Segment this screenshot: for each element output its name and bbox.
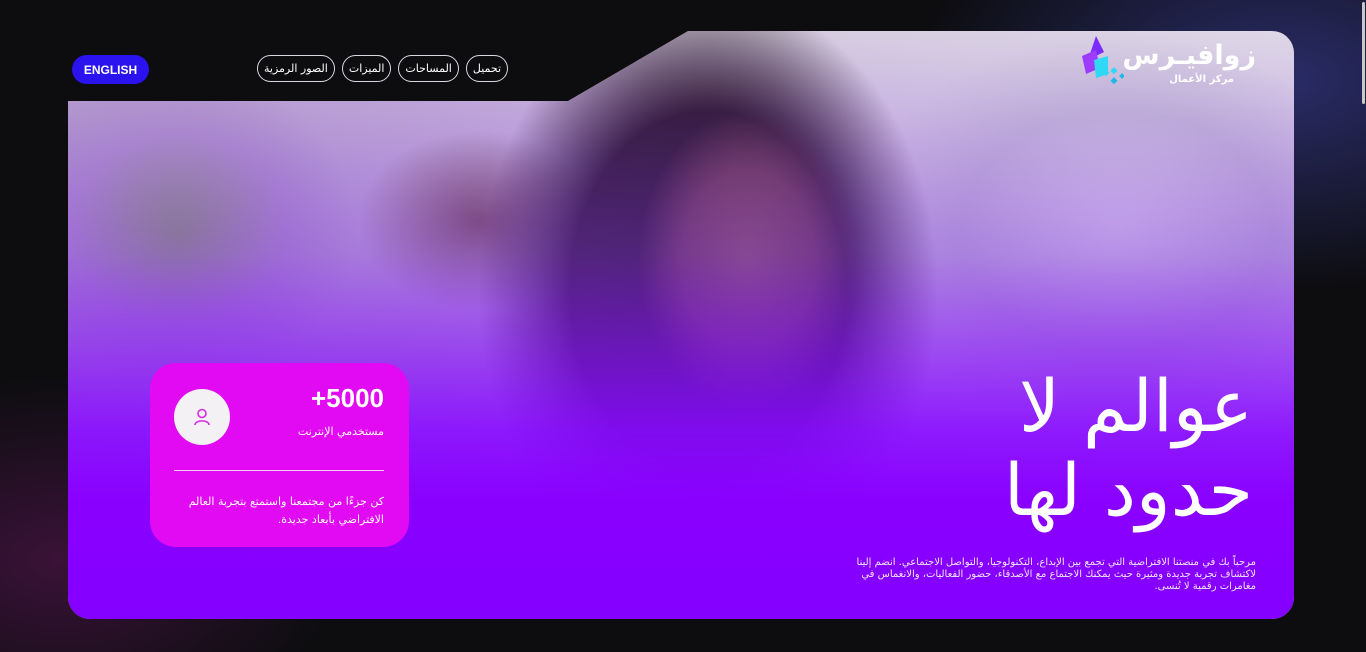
user-count-label: مستخدمي الإنترنت	[297, 425, 384, 438]
top-navigation: ENGLISH المساحات الميزات الصور الرمزية ت…	[0, 0, 1366, 100]
card-divider	[174, 470, 384, 471]
nav-item-features[interactable]: الميزات	[341, 55, 392, 82]
user-count-value: +5000	[310, 383, 384, 413]
headline-line-2: حدود لها	[1003, 448, 1255, 532]
headline-line-1: عوالم لا	[1019, 364, 1255, 448]
nav-item-download[interactable]: المساحات	[398, 55, 459, 82]
diamond-stack-logo-icon	[1082, 36, 1124, 85]
main-nav: المساحات الميزات الصور الرمزية تحميل	[257, 55, 509, 82]
scrollbar-thumb[interactable]	[1362, 2, 1365, 104]
nav-item-spaces[interactable]: تحميل	[465, 55, 509, 82]
users-stats-card: +5000 مستخدمي الإنترنت كن جزءًا من مجتمع…	[150, 363, 409, 547]
brand-logo[interactable]: زوافيـرس مركز الأعمال	[1076, 34, 1256, 90]
avatar	[174, 389, 230, 445]
page-scrollbar[interactable]	[1360, 0, 1366, 652]
brand-name: زوافيـرس	[1122, 40, 1256, 71]
nav-item-avatars[interactable]: الصور الرمزية	[257, 55, 335, 82]
card-description: كن جزءًا من مجتمعنا واستمتع بتجربة العال…	[188, 495, 384, 526]
hero-headline: عوالم لا حدود لها	[833, 364, 1255, 532]
user-icon	[194, 408, 210, 426]
language-toggle-button[interactable]: ENGLISH	[72, 55, 149, 84]
hero-intro-text: مرحباً بك في منصتنا الافتراضية التي تجمع…	[856, 557, 1256, 592]
brand-subtitle: مركز الأعمال	[1169, 74, 1234, 85]
